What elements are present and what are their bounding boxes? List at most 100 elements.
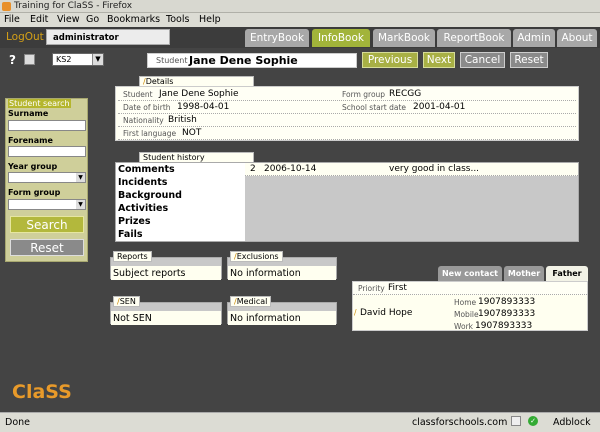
search-reset-button[interactable]: Reset [10, 239, 84, 256]
tab-about[interactable]: About [557, 29, 597, 47]
medical-legend: /Medical [230, 296, 272, 307]
student-label: Student [156, 56, 188, 65]
edit-icon: / [354, 308, 357, 317]
work-phone-label: Work [454, 322, 473, 331]
priority-label: Priority [358, 284, 385, 293]
form-group-field-label: Form group [342, 90, 386, 99]
firefox-icon [2, 2, 11, 11]
year-group-select[interactable]: ▼ [8, 172, 86, 183]
tab-markbook[interactable]: MarkBook [373, 29, 435, 47]
reset-button[interactable]: Reset [510, 52, 548, 68]
student-history-panel: Comments Incidents Background Activities… [115, 162, 579, 242]
keystage-value: KS2 [56, 55, 72, 64]
surname-input[interactable] [8, 120, 86, 131]
surname-label: Surname [8, 109, 49, 118]
menu-bookmarks[interactable]: Bookmarks [107, 14, 160, 25]
menu-help[interactable]: Help [199, 14, 221, 25]
priority-value: First [388, 283, 407, 293]
nationality-value: British [168, 115, 197, 125]
dob-label: Date of birth [123, 103, 171, 112]
history-count: 2 [250, 164, 256, 174]
details-row: First language NOT [118, 127, 576, 140]
window-titlebar: Training for ClaSS - Firefox [0, 0, 600, 13]
history-date: 2006-10-14 [264, 164, 317, 174]
history-fails[interactable]: Fails [118, 229, 143, 240]
previous-button[interactable]: Previous [362, 52, 418, 68]
history-comments[interactable]: Comments [118, 164, 175, 175]
details-row: Date of birth 1998-04-01 School start da… [118, 101, 576, 114]
school-start-value: 2001-04-01 [413, 102, 466, 112]
forename-label: Forename [8, 136, 53, 145]
tab-father[interactable]: Father [546, 266, 588, 281]
dob-value: 1998-04-01 [177, 102, 230, 112]
history-activities[interactable]: Activities [118, 203, 168, 214]
student-field-label: Student [123, 90, 153, 99]
keystage-select[interactable]: KS2 ▼ [52, 53, 104, 66]
contact-panel: Priority First / David Hope Home 1907893… [352, 281, 588, 331]
forename-input[interactable] [8, 146, 86, 157]
work-phone-value: 1907893333 [475, 321, 533, 331]
history-prizes[interactable]: Prizes [118, 216, 151, 227]
form-group-field-value: RECGG [389, 89, 422, 99]
contact-name[interactable]: David Hope [360, 308, 412, 318]
help-icon[interactable]: ? [9, 53, 16, 67]
print-icon[interactable] [24, 54, 35, 65]
history-text: very good in class... [389, 164, 480, 174]
chevron-down-icon: ▼ [92, 54, 103, 65]
next-button[interactable]: Next [423, 52, 455, 68]
student-search-panel: Student search Surname Forename Year gro… [5, 98, 88, 262]
home-phone-value: 1907893333 [478, 297, 536, 307]
school-start-label: School start date [342, 103, 407, 112]
status-text: Done [5, 417, 30, 428]
reports-value[interactable]: Subject reports [111, 266, 221, 280]
medical-value: No information [228, 311, 336, 325]
status-bar: Done classforschools.com ✓ Adblock [0, 412, 600, 432]
details-panel: Student Jane Dene Sophie Form group RECG… [115, 86, 579, 141]
student-field-value: Jane Dene Sophie [159, 89, 239, 99]
menu-tools[interactable]: Tools [166, 14, 189, 25]
history-entry-row[interactable]: 2 2006-10-14 very good in class... [245, 163, 578, 176]
menu-edit[interactable]: Edit [30, 14, 48, 25]
student-name: Jane Dene Sophie [189, 54, 298, 67]
first-language-label: First language [123, 129, 177, 138]
chevron-down-icon: ▼ [76, 173, 85, 182]
form-group-select[interactable]: ▼ [8, 199, 86, 210]
tab-reportbook[interactable]: ReportBook [437, 29, 511, 47]
status-domain: classforschools.com [412, 417, 508, 428]
reports-legend: Reports [113, 251, 152, 262]
tab-entrybook[interactable]: EntryBook [245, 29, 309, 47]
menu-view[interactable]: View [57, 14, 80, 25]
search-title: Student search [8, 99, 71, 108]
history-background[interactable]: Background [118, 190, 182, 201]
tab-infobook[interactable]: InfoBook [312, 29, 370, 47]
menu-bar: File Edit View Go Bookmarks Tools Help [0, 13, 600, 27]
details-row: Student Jane Dene Sophie Form group RECG… [118, 88, 576, 101]
first-language-value: NOT [182, 128, 202, 138]
sen-legend: /SEN [113, 296, 140, 307]
nationality-label: Nationality [123, 116, 164, 125]
home-phone-label: Home [454, 298, 477, 307]
search-button[interactable]: Search [10, 216, 84, 233]
cancel-button[interactable]: Cancel [460, 52, 505, 68]
class-logo: ClaSS [12, 381, 72, 403]
window-title: Training for ClaSS - Firefox [14, 1, 133, 11]
menu-file[interactable]: File [4, 14, 20, 25]
exclusions-value: No information [228, 266, 336, 280]
tab-admin[interactable]: Admin [513, 29, 555, 47]
mobile-phone-label: Mobile [454, 310, 479, 319]
tab-mother[interactable]: Mother [504, 266, 544, 281]
adblock-button[interactable]: Adblock [553, 417, 591, 428]
chevron-down-icon: ▼ [76, 200, 85, 209]
history-incidents[interactable]: Incidents [118, 177, 167, 188]
priority-row: Priority First [353, 282, 587, 295]
tab-new-contact[interactable]: New contact [438, 266, 502, 281]
username-display: administrator [46, 29, 170, 45]
year-group-label: Year group [8, 162, 58, 171]
logout-link[interactable]: LogOut [6, 31, 44, 43]
menu-go[interactable]: Go [86, 14, 99, 25]
lock-icon [511, 416, 521, 426]
student-name-bar: Student Jane Dene Sophie [147, 53, 357, 68]
check-icon: ✓ [528, 416, 538, 426]
form-group-label: Form group [8, 188, 61, 197]
history-menu: Comments Incidents Background Activities… [116, 163, 245, 241]
